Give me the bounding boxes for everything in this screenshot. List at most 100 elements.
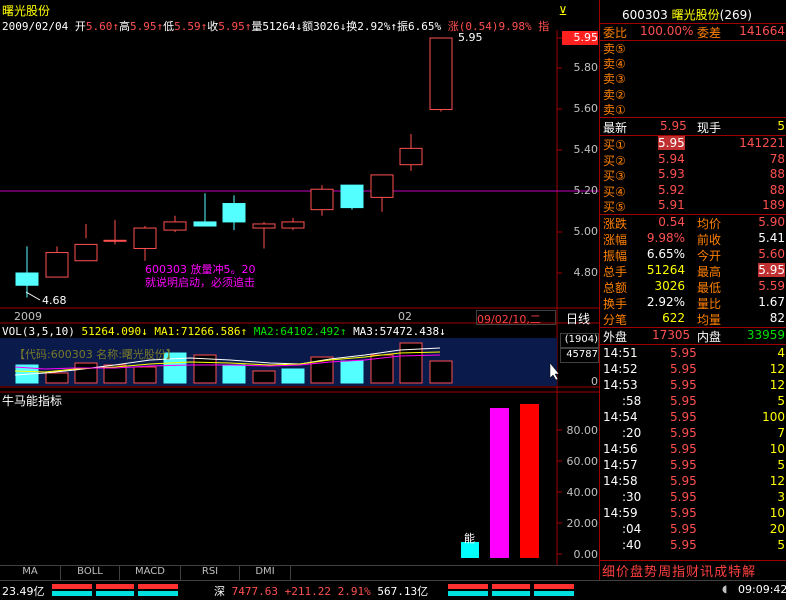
tick-row: 14:58 5.95 12 bbox=[602, 474, 785, 490]
quote-tab[interactable]: 讯 bbox=[700, 565, 713, 580]
now-label: 现手 bbox=[697, 121, 722, 135]
volume-bar bbox=[281, 368, 305, 384]
volume-bar bbox=[340, 360, 364, 384]
index-label: 深 bbox=[214, 585, 225, 598]
ma2-label: MA2: bbox=[253, 325, 281, 338]
inner-value: 33959 bbox=[746, 328, 785, 342]
stat-value: 0.54 bbox=[658, 215, 685, 229]
stat-label: 总手 bbox=[603, 265, 628, 279]
buy-price: 5.95 bbox=[658, 136, 685, 150]
candle bbox=[163, 221, 187, 231]
tick-time: :20 bbox=[622, 426, 642, 440]
buy-row: 买⑤ 5.91 189 bbox=[602, 198, 785, 214]
price-label: 5.20 bbox=[573, 184, 599, 197]
indicator-bar-2 bbox=[490, 408, 509, 558]
tick-price: 5.95 bbox=[670, 378, 697, 392]
stat-label: 今开 bbox=[697, 249, 722, 263]
sell-row: 卖③ bbox=[602, 70, 785, 86]
candle bbox=[370, 174, 394, 198]
tick-row: 14:52 5.95 12 bbox=[602, 362, 785, 378]
tick-volume: 5 bbox=[777, 394, 785, 408]
tick-price: 5.95 bbox=[670, 346, 697, 360]
indicator-title: 牛马能指标 bbox=[2, 394, 63, 408]
quote-tab[interactable]: 盘 bbox=[630, 565, 643, 580]
quote-tab[interactable]: 特 bbox=[728, 565, 741, 580]
price-label: 5.00 bbox=[573, 225, 599, 238]
indicator-axis-label: 60.00 bbox=[566, 455, 599, 468]
vol-label: VOL(3,5,10) bbox=[2, 325, 75, 338]
tick-volume: 10 bbox=[769, 506, 785, 520]
price-label: 4.80 bbox=[573, 266, 599, 279]
tick-row: :20 5.95 7 bbox=[602, 426, 785, 442]
order-ratio-row: 委比 100.00% 委差 141664 bbox=[602, 24, 785, 40]
quote-tab[interactable]: 势 bbox=[644, 565, 657, 580]
quote-tab[interactable]: 指 bbox=[672, 565, 685, 580]
stat-label: 涨跌 bbox=[603, 217, 628, 231]
candle bbox=[45, 252, 69, 278]
sell-label: 卖③ bbox=[603, 72, 626, 86]
outer-inner-row: 外盘 17305 内盘 33959 bbox=[602, 328, 785, 344]
buy-label: 买④ bbox=[603, 184, 626, 199]
tick-volume: 7 bbox=[777, 426, 785, 440]
tick-row: 14:56 5.95 10 bbox=[602, 442, 785, 458]
stat-row: 振幅 6.65% 今开 5.60 bbox=[602, 247, 785, 263]
tick-row: 14:53 5.95 12 bbox=[602, 378, 785, 394]
quote-tab[interactable]: 周 bbox=[658, 565, 671, 580]
chart-area[interactable]: 曙光股份 2009/02/04 开5.60↑高5.95↑低5.59↑收5.95↑… bbox=[0, 0, 599, 580]
tab-rsi[interactable]: RSI bbox=[181, 566, 240, 580]
vol-info: VOL(3,5,10) 51264.090↓ MA1:71266.586↑ MA… bbox=[2, 325, 446, 338]
sell-row: 卖① bbox=[602, 101, 785, 117]
chart-svg bbox=[0, 30, 599, 565]
quote-tab[interactable]: 成 bbox=[714, 565, 727, 580]
stock-name: 曙光股份 bbox=[671, 8, 720, 22]
diff-label: 委差 bbox=[697, 26, 722, 40]
lock-icon[interactable]: ⊻ bbox=[556, 4, 570, 18]
index-pct: 2.91% bbox=[337, 585, 371, 598]
buy-row: 买④ 5.92 88 bbox=[602, 183, 785, 199]
tick-row: 14:51 5.95 4 bbox=[602, 346, 785, 362]
vol-scale: (1904) bbox=[560, 333, 599, 348]
quote-tab[interactable]: 价 bbox=[616, 565, 629, 580]
clock: 09:09:42 bbox=[738, 583, 786, 596]
volume-bar bbox=[222, 364, 246, 384]
sell-row: 卖④ bbox=[602, 55, 785, 71]
volume-bar bbox=[74, 362, 98, 384]
signal-icon[interactable]: ◖ bbox=[722, 584, 734, 596]
tick-volume: 100 bbox=[762, 410, 785, 424]
stat-row: 涨幅 9.98% 前收 5.41 bbox=[602, 231, 785, 247]
tick-time: 14:52 bbox=[603, 362, 638, 376]
tab-ma[interactable]: MA bbox=[0, 566, 61, 580]
sell-row: 卖② bbox=[602, 86, 785, 102]
sell-row: 卖⑤ bbox=[602, 40, 785, 56]
price-label-current: 5.95 bbox=[562, 31, 598, 45]
quote-tab[interactable]: 细 bbox=[602, 565, 615, 580]
volume-bar bbox=[252, 370, 276, 384]
sell-label: 卖① bbox=[603, 103, 626, 117]
date-left: 2009 bbox=[14, 310, 42, 323]
stat-label: 前收 bbox=[697, 233, 722, 247]
quote-tabs: 细价盘势周指财讯成特解 bbox=[602, 561, 756, 580]
period-label[interactable]: 日线 bbox=[566, 310, 590, 327]
tab-dmi[interactable]: DMI bbox=[240, 566, 291, 580]
stock-rank: (269) bbox=[719, 8, 752, 22]
outer-value: 17305 bbox=[652, 328, 691, 342]
stat-value: 5.60 bbox=[758, 247, 785, 261]
indicator-axis-label: 20.00 bbox=[566, 517, 599, 530]
stat-value: 1.67 bbox=[758, 295, 785, 309]
quote-tab[interactable]: 财 bbox=[686, 565, 699, 580]
quote-tab[interactable]: 解 bbox=[742, 565, 755, 580]
status-left-bars bbox=[52, 584, 178, 596]
tick-time: :30 bbox=[622, 490, 642, 504]
ma1-value: 71266.586 bbox=[180, 325, 241, 338]
stat-value: 5.41 bbox=[758, 231, 785, 245]
vol-ghost-text: 【代码:600303 名称:曙光股份】 bbox=[14, 348, 177, 361]
stat-label: 量比 bbox=[697, 297, 722, 311]
tick-time: :58 bbox=[622, 394, 642, 408]
tab-macd[interactable]: MACD bbox=[120, 566, 181, 580]
buy-row: 买① 5.95 141221 bbox=[602, 136, 785, 152]
volume-bar bbox=[45, 372, 69, 384]
buy-row: 买③ 5.93 88 bbox=[602, 167, 785, 183]
tab-boll[interactable]: BOLL bbox=[61, 566, 120, 580]
tick-price: 5.95 bbox=[670, 538, 697, 552]
buy-price: 5.92 bbox=[658, 182, 685, 197]
